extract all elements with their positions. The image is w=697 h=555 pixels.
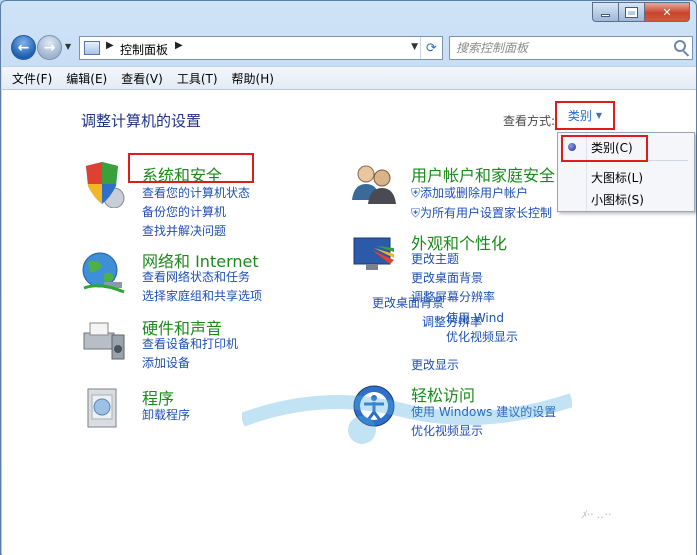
search-icon[interactable] bbox=[674, 40, 686, 52]
menu-file[interactable]: 文件(F) bbox=[12, 70, 52, 87]
menu-edit[interactable]: 编辑(E) bbox=[66, 70, 107, 87]
category-link[interactable]: 查看设备和打印机 bbox=[142, 335, 238, 352]
maximize-icon bbox=[625, 6, 638, 18]
category-link[interactable]: 查找并解决问题 bbox=[142, 222, 226, 239]
category-link[interactable]: ⛨为所有用户设置家长控制 bbox=[411, 204, 552, 221]
minimize-button[interactable] bbox=[592, 2, 619, 22]
uac-shield-icon: ⛨ bbox=[411, 186, 421, 200]
close-button[interactable]: ✕ bbox=[645, 2, 690, 22]
ghost-text: 优化视频显示 bbox=[446, 330, 519, 344]
page-title: 调整计算机的设置 bbox=[81, 112, 202, 130]
breadcrumb-control-panel[interactable]: 控制面板 bbox=[120, 41, 168, 58]
breadcrumb-chevron-icon[interactable]: ▶ bbox=[106, 40, 114, 51]
search-input[interactable] bbox=[456, 38, 666, 58]
shield-icon bbox=[86, 162, 125, 208]
address-dropdown-icon[interactable]: ▼ bbox=[411, 42, 418, 52]
arrow-right-icon: → bbox=[43, 39, 56, 56]
back-button[interactable]: ← bbox=[11, 35, 36, 60]
menu-tools[interactable]: 工具(T) bbox=[177, 70, 218, 87]
breadcrumb-chevron-icon[interactable]: ▶ bbox=[175, 40, 183, 51]
arrow-left-icon: ← bbox=[17, 39, 30, 56]
programs-icon bbox=[87, 388, 117, 428]
category-link[interactable]: 添加设备 bbox=[142, 354, 190, 371]
users-icon bbox=[352, 165, 396, 204]
menu-view[interactable]: 查看(V) bbox=[121, 70, 163, 87]
category-title[interactable]: 用户帐户和家庭安全 bbox=[411, 162, 555, 186]
dropdown-item-small-icons[interactable]: 小图标(S) bbox=[558, 188, 694, 210]
view-by-label: 查看方式: bbox=[503, 114, 556, 128]
highlight-box bbox=[561, 135, 648, 162]
control-panel-window: ✕ ← → ▼ ▶ 控制面板 ▶ ▼ ⟳ 文件(F) 编辑(E) 查看(V) 工… bbox=[0, 0, 697, 555]
category-link[interactable]: 选择家庭组和共享选项 bbox=[142, 287, 262, 304]
uac-shield-icon: ⛨ bbox=[411, 206, 421, 220]
caption-buttons: ✕ bbox=[592, 2, 690, 22]
category-link[interactable]: 查看网络状态和任务 bbox=[142, 268, 250, 285]
ghost-text: 使用 Wind bbox=[446, 311, 504, 325]
signature-mark: ﾒ·· ‥·· bbox=[581, 508, 612, 521]
category-link[interactable]: 更改桌面背景 bbox=[411, 269, 483, 286]
watermark-logo bbox=[242, 393, 572, 444]
appearance-icon bbox=[353, 237, 394, 270]
search-box[interactable] bbox=[449, 36, 693, 60]
network-globe-icon bbox=[82, 252, 125, 294]
refresh-button[interactable]: ⟳ bbox=[420, 37, 442, 59]
chevron-down-icon: ▼ bbox=[595, 111, 603, 120]
category-link[interactable]: 卸载程序 bbox=[142, 406, 190, 423]
printer-icon bbox=[83, 322, 125, 360]
navigation-bar: ← → ▼ ▶ 控制面板 ▶ ▼ ⟳ bbox=[9, 33, 693, 61]
category-link[interactable]: 查看您的计算机状态 bbox=[142, 184, 250, 201]
minimize-icon bbox=[601, 14, 610, 17]
menu-bar: 文件(F) 编辑(E) 查看(V) 工具(T) 帮助(H) bbox=[2, 66, 696, 90]
menu-help[interactable]: 帮助(H) bbox=[232, 70, 274, 87]
close-icon: ✕ bbox=[662, 5, 672, 19]
view-by-value: 类别 bbox=[567, 109, 592, 123]
category-link[interactable]: 更改主题 bbox=[411, 250, 459, 267]
recent-pages-dropdown[interactable]: ▼ bbox=[65, 42, 71, 51]
category-link[interactable]: ⛨添加或删除用户帐户 bbox=[411, 184, 528, 201]
control-panel-icon bbox=[84, 41, 100, 55]
refresh-icon: ⟳ bbox=[426, 40, 437, 56]
dropdown-item-large-icons[interactable]: 大图标(L) bbox=[558, 166, 694, 188]
ghost-text: 更改显示 bbox=[411, 358, 460, 372]
category-link[interactable]: 备份您的计算机 bbox=[142, 203, 226, 220]
maximize-button[interactable] bbox=[619, 2, 645, 22]
ghost-text: 更改桌面背景 bbox=[372, 296, 445, 310]
highlight-box bbox=[128, 153, 254, 183]
address-bar[interactable]: ▶ 控制面板 ▶ ▼ ⟳ bbox=[79, 36, 443, 60]
forward-button[interactable]: → bbox=[37, 35, 62, 60]
view-by-button[interactable]: 类别 ▼ bbox=[555, 101, 615, 130]
